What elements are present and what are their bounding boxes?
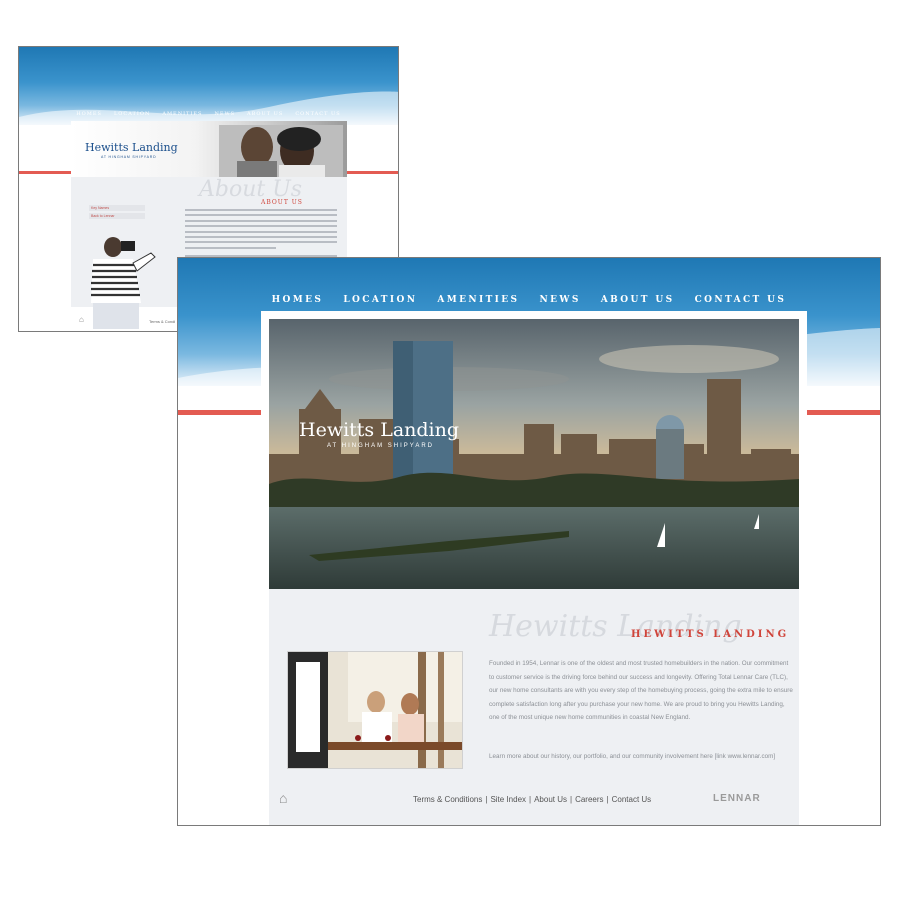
equal-housing-icon: ⌂ (279, 790, 288, 806)
footer-link-about-us[interactable]: About Us (534, 795, 567, 804)
photographer-image (91, 237, 156, 329)
nav-homes[interactable]: Homes (76, 111, 102, 117)
logo-subtitle: AT HINGHAM SHIPYARD (101, 155, 157, 159)
footer-link-site-index[interactable]: Site Index (490, 795, 526, 804)
logo-subtitle: AT HINGHAM SHIPYARD (327, 443, 435, 449)
nav-about-us[interactable]: About Us (247, 111, 283, 117)
nav-homes[interactable]: Homes (272, 295, 324, 305)
footer-links: Terms & Conditions | Site Index | About Us | C… (413, 795, 651, 804)
nav-amenities[interactable]: Amenities (437, 295, 519, 305)
page-canvas: Homes Location Amenities News About Us C… (0, 0, 900, 900)
cafe-photo (288, 652, 462, 768)
side-menu-item[interactable]: Back to Lennar (89, 213, 145, 219)
footer-separator: | (606, 795, 609, 804)
couple-photo (219, 125, 343, 177)
learn-more-text[interactable]: Learn more about our history, our portfo… (489, 753, 793, 760)
nav-about-us[interactable]: About Us (601, 295, 675, 305)
body-text-lines (185, 209, 337, 260)
footer-separator: | (529, 795, 532, 804)
cafe-dining-photo (287, 651, 463, 769)
skyline-photo (269, 319, 799, 589)
footer-links[interactable]: Terms & Condi (149, 319, 175, 324)
nav-news[interactable]: News (539, 295, 580, 305)
section-heading: ABOUT US (261, 199, 303, 206)
about-paragraph: Founded in 1954, Lennar is one of the ol… (489, 660, 793, 722)
content-panel: Hewitts Landing AT HINGHAM SHIPYARD Hewi… (261, 311, 807, 825)
lennar-logo[interactable]: LENNAR (713, 793, 761, 804)
home-page-screenshot: Homes Location Amenities News About Us C… (177, 257, 881, 826)
nav-news[interactable]: News (214, 111, 235, 117)
equal-housing-icon: ⌂ (79, 315, 84, 324)
footer-link-contact-us[interactable]: Contact Us (612, 795, 652, 804)
side-menu: Key Names Back to Lennar (89, 205, 145, 221)
nav-location[interactable]: Location (343, 295, 417, 305)
main-nav: Homes Location Amenities News About Us C… (19, 111, 398, 117)
site-logo[interactable]: Hewitts Landing (85, 141, 178, 154)
footer-separator: | (570, 795, 573, 804)
nav-location[interactable]: Location (114, 111, 150, 117)
footer-link-terms[interactable]: Terms & Conditions (413, 795, 482, 804)
footer-link-careers[interactable]: Careers (575, 795, 603, 804)
section-heading: HEWITTS LANDING (631, 629, 790, 640)
nav-contact-us[interactable]: Contact Us (295, 111, 340, 117)
nav-amenities[interactable]: Amenities (162, 111, 202, 117)
main-nav: Homes Location Amenities News About Us C… (178, 295, 880, 305)
site-logo[interactable]: Hewitts Landing (299, 419, 459, 441)
side-menu-item[interactable]: Key Names (89, 205, 145, 211)
nav-contact-us[interactable]: Contact Us (695, 295, 787, 305)
skyline-hero-image: Hewitts Landing AT HINGHAM SHIPYARD (269, 319, 799, 589)
content-area: Hewitts Landing HEWITTS LANDING Founded … (269, 589, 799, 825)
